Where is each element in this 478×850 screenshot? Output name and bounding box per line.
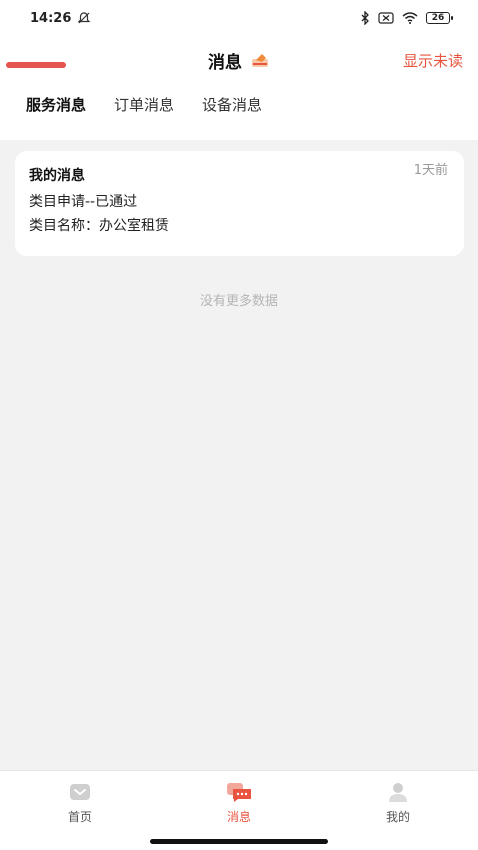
tab-device-messages[interactable]: 设备消息 [202, 94, 262, 115]
active-tab-indicator [6, 62, 66, 68]
bluetooth-icon [361, 11, 369, 25]
show-unread-button[interactable]: 显示未读 [403, 50, 463, 71]
nav-item-profile[interactable]: 我的 [358, 781, 438, 825]
message-card[interactable]: 我的消息 1天前 类目申请--已通过 类目名称：办公室租赁 [15, 151, 464, 256]
mute-icon [77, 12, 91, 24]
message-icon [227, 783, 251, 802]
profile-icon [389, 783, 407, 802]
message-line-status: 类目申请--已通过 [29, 194, 138, 210]
status-bar: 14:26 26 [0, 0, 478, 36]
message-line-category: 类目名称：办公室租赁 [29, 218, 169, 234]
tab-order-messages[interactable]: 订单消息 [114, 94, 174, 115]
no-sim-icon [378, 12, 394, 24]
nav-item-messages[interactable]: 消息 [199, 781, 279, 825]
message-time: 1天前 [413, 163, 448, 178]
message-tabs: 服务消息 订单消息 设备消息 [26, 94, 262, 115]
home-indicator[interactable] [150, 839, 328, 844]
no-more-data-text: 没有更多数据 [199, 294, 278, 309]
nav-label-profile: 我的 [385, 810, 410, 824]
battery-icon: 26 [426, 12, 453, 24]
tab-service-messages[interactable]: 服务消息 [26, 94, 86, 115]
home-icon [70, 784, 90, 800]
clear-unread-icon[interactable] [250, 52, 270, 68]
nav-label-home: 首页 [67, 810, 92, 824]
nav-label-messages: 消息 [226, 810, 251, 824]
nav-item-home[interactable]: 首页 [40, 781, 120, 825]
message-title: 我的消息 [29, 168, 85, 184]
wifi-icon [402, 12, 418, 24]
status-time: 14:26 [30, 10, 72, 26]
status-left: 14:26 [30, 11, 91, 26]
header: 消息 显示未读 服务消息 订单消息 设备消息 [0, 36, 478, 140]
bottom-nav: 首页 消息 我的 [0, 770, 478, 850]
status-right: 26 [360, 11, 453, 25]
page-title: 消息 [208, 52, 242, 73]
